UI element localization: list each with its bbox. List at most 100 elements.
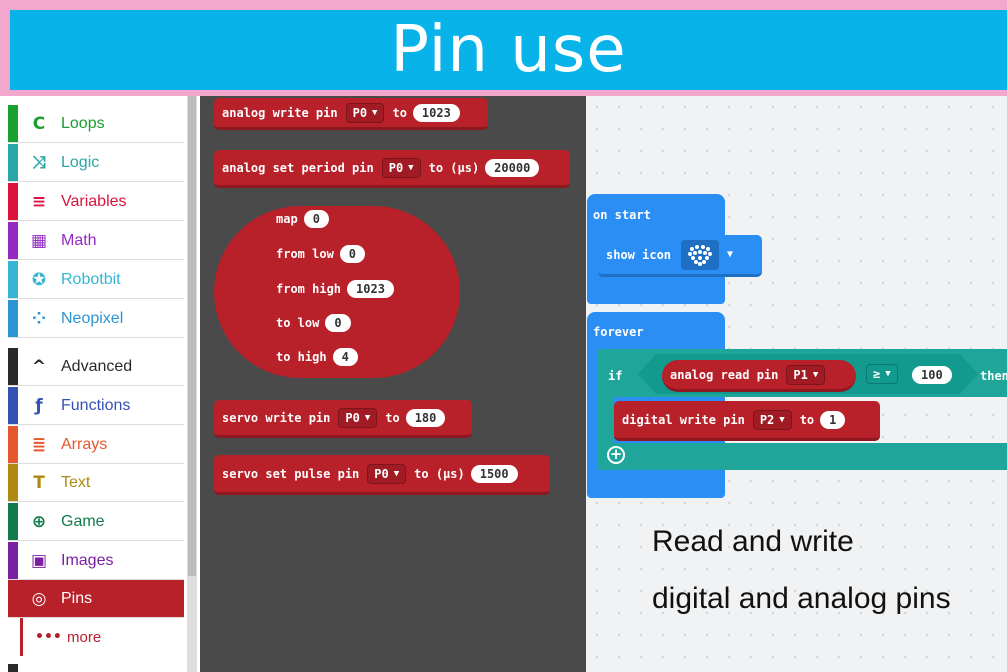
from-low-label: from low: [276, 247, 334, 261]
image-icon: ▣: [30, 550, 48, 571]
from-low-input[interactable]: 0: [339, 245, 366, 263]
rebel-icon: ✪: [31, 269, 47, 290]
sidebar-item-text[interactable]: T Text: [8, 464, 184, 502]
pin-dropdown[interactable]: P0 ▼: [381, 157, 421, 178]
dropdown-arrow-icon: ▼: [393, 468, 400, 479]
to-label: to: [385, 410, 400, 425]
to-label: to: [392, 105, 407, 120]
show-icon-label: show icon: [606, 247, 672, 262]
pin-value: P2: [759, 412, 775, 427]
sidebar-item-robotbit[interactable]: ✪ Robotbit: [8, 261, 184, 299]
page-title: Pin use: [390, 13, 627, 87]
analog-write-block[interactable]: analog write pin P0 ▼ to 1023: [214, 98, 488, 130]
list-lines-icon: ≡: [31, 191, 47, 212]
from-high-input[interactable]: 1023: [347, 280, 394, 298]
target-icon: ◎: [31, 588, 47, 609]
analog-read-block[interactable]: analog read pin P1 ▼: [662, 360, 856, 392]
category-color-bar: [8, 503, 18, 540]
sidebar-item-advanced[interactable]: ^ Advanced: [8, 348, 184, 386]
analog-set-period-block[interactable]: analog set period pin P0 ▼ to (µs) 20000: [214, 150, 570, 188]
function-icon: ƒ: [35, 395, 43, 416]
pin-dropdown[interactable]: P0 ▼: [345, 102, 385, 123]
sidebar-item-label: Arrays: [61, 435, 108, 453]
pin-dropdown[interactable]: P0 ▼: [338, 407, 378, 428]
dropdown-arrow-icon: ▼: [812, 369, 819, 380]
digital-write-label: digital write pin: [622, 412, 745, 427]
caption-line-1: Read and write: [652, 525, 854, 558]
sidebar-item-images[interactable]: ▣ Images: [8, 542, 184, 580]
pin-dropdown[interactable]: P0 ▼: [367, 463, 407, 484]
if-block-side: [598, 397, 614, 443]
analog-period-label: analog set period pin: [222, 160, 374, 175]
digital-write-block[interactable]: digital write pin P2 ▼ to 1: [614, 401, 880, 441]
threshold-input[interactable]: 100: [912, 366, 952, 384]
category-color-bar: [8, 664, 18, 672]
to-high-row: to high 4: [276, 348, 358, 366]
dotted-circle-icon: ⁘: [31, 308, 47, 329]
to-high-input[interactable]: 4: [332, 348, 358, 366]
category-color-bar: [8, 300, 18, 337]
from-high-row: from high 1023: [276, 280, 394, 298]
to-low-label: to low: [276, 316, 320, 330]
category-color-bar: [8, 348, 18, 385]
caption-line-2: digital and analog pins: [652, 582, 951, 615]
dropdown-arrow-icon: ▼: [372, 107, 378, 118]
calculator-icon: ▦: [30, 230, 48, 251]
map-label: map: [276, 212, 298, 226]
pin-dropdown[interactable]: P1 ▼: [786, 364, 826, 385]
servo-set-pulse-block[interactable]: servo set pulse pin P0 ▼ to (µs) 1500: [214, 455, 550, 495]
sidebar-item-label: Functions: [61, 396, 131, 414]
category-color-bar: [8, 387, 18, 424]
to-us-label: to (µs): [414, 466, 465, 481]
servo-write-block[interactable]: servo write pin P0 ▼ to 180: [214, 400, 472, 438]
more-label: more: [67, 628, 102, 646]
forever-label: forever: [593, 325, 644, 339]
map-value-input[interactable]: 0: [303, 210, 329, 228]
pin-value: P1: [793, 367, 808, 382]
value-input[interactable]: 1: [820, 410, 846, 429]
to-low-row: to low 0: [276, 314, 351, 332]
map-row: map 0: [276, 210, 329, 228]
dropdown-arrow-icon: ▼: [779, 414, 785, 425]
chevron-up-icon: ^: [31, 356, 47, 377]
value-input[interactable]: 1500: [470, 464, 518, 483]
from-low-row: from low 0: [276, 245, 366, 263]
to-high-label: to high: [276, 350, 327, 364]
analog-write-label: analog write pin: [222, 105, 338, 120]
sidebar-item-arrays[interactable]: ≣ Arrays: [8, 426, 184, 464]
toolbox-item-partial[interactable]: [8, 664, 184, 672]
toolbox-scroll-thumb[interactable]: [188, 96, 196, 576]
sidebar-item-pins[interactable]: ◎ Pins: [8, 580, 184, 618]
value-input[interactable]: 180: [405, 408, 446, 427]
pin-value: P0: [352, 105, 368, 120]
show-icon-block[interactable]: show icon ▼: [598, 235, 762, 277]
pins-more-item[interactable]: ••• more: [20, 618, 184, 656]
sidebar-item-game[interactable]: ⊕ Game: [8, 503, 184, 541]
value-input[interactable]: 1023: [412, 103, 460, 122]
sidebar-item-math[interactable]: ▦ Math: [8, 222, 184, 260]
to-label: to: [799, 412, 815, 427]
sidebar-item-loops[interactable]: C Loops: [8, 105, 184, 143]
operator-value: ≥: [873, 367, 881, 381]
on-start-label: on start: [593, 208, 651, 222]
sidebar-item-logic[interactable]: ⤨ Logic: [8, 144, 184, 182]
servo-pulse-label: servo set pulse pin: [222, 466, 360, 481]
sidebar-item-neopixel[interactable]: ⁘ Neopixel: [8, 300, 184, 338]
dropdown-arrow-icon: ▼: [364, 412, 371, 423]
heart-icon[interactable]: [681, 239, 720, 270]
toolbox-sidebar: ••• more C Loops ⤨ Logic ≡ Variables ▦ Math ✪ Rob…: [0, 96, 200, 672]
sidebar-item-functions[interactable]: ƒ Functions: [8, 387, 184, 425]
title-banner-inner: Pin use: [10, 10, 1007, 90]
to-low-input[interactable]: 0: [325, 314, 351, 332]
category-color-bar: [8, 261, 18, 298]
more-dots-icon: •••: [35, 629, 62, 645]
from-high-label: from high: [276, 282, 342, 296]
pin-dropdown[interactable]: P2 ▼: [752, 409, 792, 430]
operator-dropdown[interactable]: ≥ ▼: [866, 364, 898, 384]
sidebar-item-label: Math: [61, 231, 97, 249]
value-input[interactable]: 20000: [485, 158, 540, 177]
add-else-icon[interactable]: +: [607, 446, 625, 464]
sidebar-item-variables[interactable]: ≡ Variables: [8, 183, 184, 221]
dropdown-arrow-icon[interactable]: ▼: [727, 249, 733, 260]
category-color-bar: [8, 105, 18, 142]
